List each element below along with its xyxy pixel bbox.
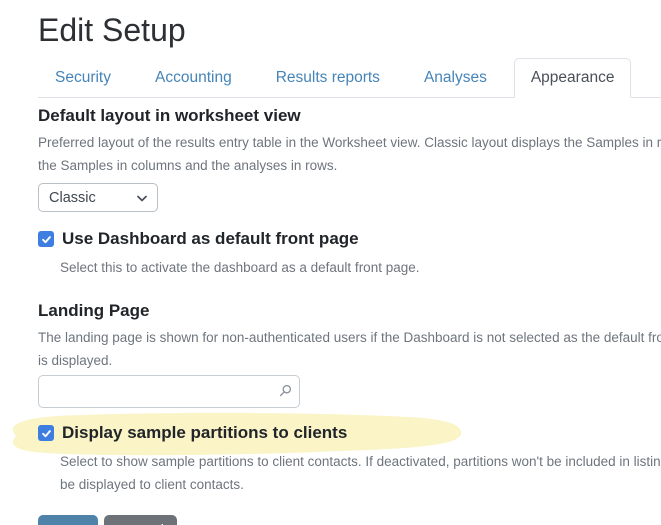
checkmark-icon — [41, 428, 52, 439]
cancel-button[interactable]: Cancel — [104, 515, 177, 525]
search-icon — [278, 384, 292, 403]
landing-page-heading: Landing Page — [38, 301, 661, 321]
worksheet-layout-heading: Default layout in worksheet view — [38, 106, 661, 126]
landing-page-search-box — [38, 375, 300, 408]
landing-page-section: Landing Page The landing page is shown f… — [38, 301, 661, 408]
tab-results-reports[interactable]: Results reports — [259, 58, 397, 98]
worksheet-layout-section: Default layout in worksheet view Preferr… — [38, 106, 661, 212]
tab-security[interactable]: Security — [38, 58, 128, 98]
landing-page-description-line2: is displayed. — [38, 349, 661, 372]
worksheet-layout-description-line2: the Samples in columns and the analyses … — [38, 154, 661, 177]
worksheet-layout-select-value: Classic — [49, 190, 96, 206]
dashboard-default-checkbox[interactable] — [38, 231, 54, 247]
tab-accounting[interactable]: Accounting — [138, 58, 249, 98]
chevron-down-icon — [137, 190, 147, 206]
tab-appearance[interactable]: Appearance — [514, 58, 632, 98]
save-button[interactable]: Save — [38, 515, 98, 525]
checkmark-icon — [41, 234, 52, 245]
dashboard-default-description: Select this to activate the dashboard as… — [60, 256, 661, 279]
sample-partitions-checkbox[interactable] — [38, 425, 54, 441]
form-actions: Save Cancel — [38, 515, 661, 525]
sample-partitions-label: Display sample partitions to clients — [62, 423, 347, 443]
landing-page-description-line1: The landing page is shown for non-authen… — [38, 326, 661, 349]
dashboard-default-label: Use Dashboard as default front page — [62, 229, 359, 249]
page-title: Edit Setup — [38, 10, 661, 50]
landing-page-search-input[interactable] — [39, 376, 299, 407]
sample-partitions-description-line2: be displayed to client contacts. — [60, 473, 661, 496]
worksheet-layout-description-line1: Preferred layout of the results entry ta… — [38, 131, 661, 154]
edit-setup-page: Edit Setup Security Accounting Results r… — [0, 10, 661, 525]
tab-bar: Security Accounting Results reports Anal… — [38, 58, 661, 98]
dashboard-default-section: Use Dashboard as default front page Sele… — [38, 229, 661, 279]
worksheet-layout-select[interactable]: Classic — [38, 183, 158, 212]
tab-analyses[interactable]: Analyses — [407, 58, 504, 98]
sample-partitions-section: Display sample partitions to clients Sel… — [38, 423, 661, 496]
sample-partitions-description-line1: Select to show sample partitions to clie… — [60, 450, 661, 473]
